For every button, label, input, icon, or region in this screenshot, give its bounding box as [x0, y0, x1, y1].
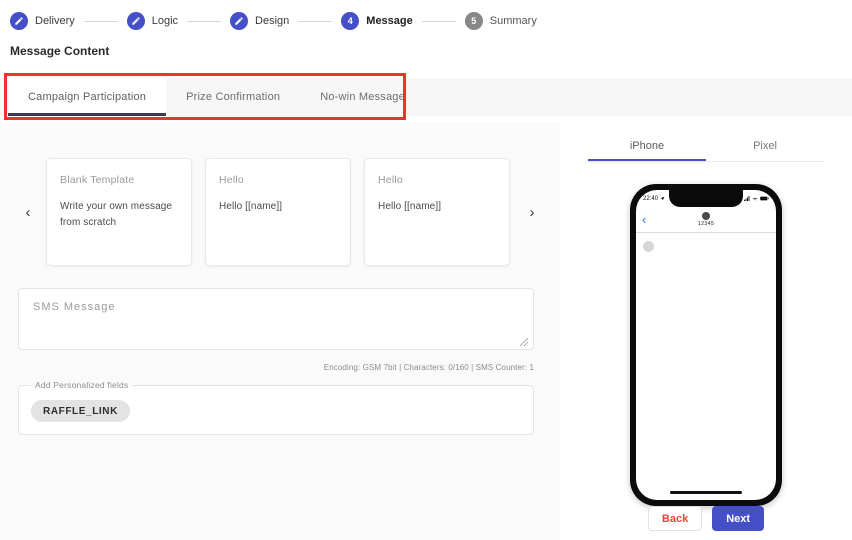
stepper-number-badge: 4 [341, 12, 360, 30]
personalized-fields-group: Add Personalized fields RAFFLE_LINK [18, 380, 534, 435]
wizard-stepper: Delivery Logic Design 4 Message 5 Summar… [0, 0, 852, 34]
stepper-label-design: Design [255, 15, 290, 27]
stepper-step-summary[interactable]: 5 Summary [464, 12, 537, 30]
stepper-connector [187, 20, 222, 22]
stepper-label-delivery: Delivery [35, 15, 75, 27]
stepper-step-design[interactable]: Design [230, 12, 289, 30]
tab-no-win-message[interactable]: No-win Message [300, 78, 425, 116]
stepper-label-message: Message [366, 15, 413, 27]
phone-contact-name: 12345 [697, 221, 715, 227]
cellular-signal-icon [744, 196, 750, 201]
phone-frame: 22:40 ‹ 12345 [630, 184, 782, 506]
edit-pencil-icon [230, 12, 249, 30]
message-editor-pane: ‹ Blank Template Write your own message … [0, 122, 560, 540]
stepper-connector [83, 20, 118, 22]
preview-pane: iPhone Pixel 22:40 ‹ 12345 Back Next [560, 122, 852, 540]
message-avatar-placeholder [643, 241, 654, 252]
template-card[interactable]: Blank Template Write your own message fr… [46, 158, 192, 266]
main-content: ‹ Blank Template Write your own message … [0, 122, 852, 540]
template-card-body: Write your own message from scratch [60, 201, 173, 228]
phone-screen: 22:40 ‹ 12345 [636, 190, 776, 500]
status-bar-time: 22:40 [643, 195, 659, 202]
carousel-prev-icon[interactable]: ‹ [18, 197, 38, 227]
template-card-body: Hello [[name]] [219, 201, 283, 212]
sms-message-input[interactable] [18, 288, 534, 350]
message-thread [636, 233, 776, 260]
sms-encoding-info: Encoding: GSM 7bit | Characters: 0/160 |… [323, 363, 534, 372]
home-indicator [670, 491, 742, 494]
stepper-number-badge: 5 [464, 12, 483, 30]
stepper-step-logic[interactable]: Logic [126, 12, 179, 30]
phone-notch [669, 190, 743, 207]
template-carousel: ‹ Blank Template Write your own message … [18, 122, 542, 266]
contact-avatar-icon [702, 212, 710, 220]
location-arrow-icon [660, 196, 665, 201]
personalized-field-chip-raffle-link[interactable]: RAFFLE_LINK [31, 400, 130, 422]
sms-message-area [18, 288, 534, 355]
message-type-tabs: Campaign Participation Prize Confirmatio… [0, 72, 852, 122]
template-card-title: Blank Template [60, 174, 135, 186]
carousel-next-icon[interactable]: › [522, 197, 542, 227]
wizard-footer: Back Next [560, 506, 852, 531]
battery-icon [760, 196, 769, 201]
phone-nav-bar: ‹ 12345 [636, 207, 776, 233]
template-card-title: Hello [378, 174, 403, 186]
device-preview-tabs: iPhone Pixel [588, 130, 824, 162]
edit-pencil-icon [126, 12, 145, 30]
stepper-step-message[interactable]: 4 Message [341, 12, 413, 30]
template-card-body: Hello [[name]] [378, 201, 442, 212]
tab-prize-confirmation[interactable]: Prize Confirmation [166, 78, 300, 116]
phone-preview: 22:40 ‹ 12345 [560, 184, 852, 506]
stepper-step-delivery[interactable]: Delivery [10, 12, 75, 30]
page-title: Message Content [10, 44, 110, 58]
tab-pixel-preview[interactable]: Pixel [706, 130, 824, 161]
wifi-icon [753, 197, 757, 201]
back-button[interactable]: Back [647, 506, 703, 531]
template-card[interactable]: Hello Hello [[name]] [364, 158, 510, 266]
stepper-label-summary: Summary [489, 15, 537, 27]
template-card[interactable]: Hello Hello [[name]] [205, 158, 351, 266]
template-card-title: Hello [219, 174, 244, 186]
personalized-fields-legend: Add Personalized fields [35, 380, 129, 390]
stepper-connector [421, 20, 456, 22]
next-button[interactable]: Next [712, 506, 765, 531]
tab-campaign-participation[interactable]: Campaign Participation [8, 78, 167, 116]
stepper-connector [298, 20, 333, 22]
tab-iphone-preview[interactable]: iPhone [588, 130, 706, 161]
edit-pencil-icon [10, 12, 28, 30]
stepper-label-logic: Logic [151, 15, 179, 27]
